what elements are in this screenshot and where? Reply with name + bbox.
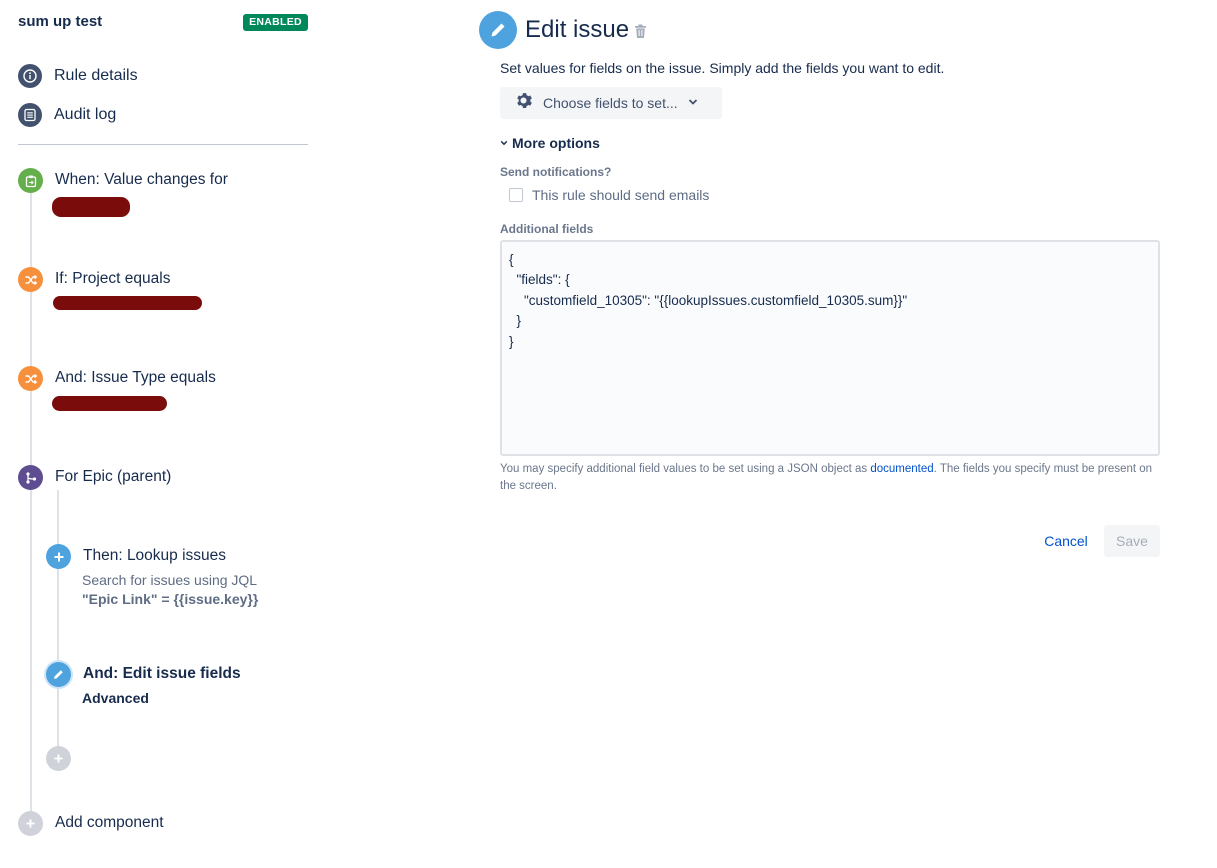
send-emails-option[interactable]: This rule should send emails	[509, 187, 709, 203]
branch-connector-line	[57, 490, 59, 758]
add-component-label: Add component	[55, 814, 164, 831]
component-branch-epic-title: For Epic (parent)	[55, 468, 172, 485]
component-trigger-title: When: Value changes for	[55, 171, 228, 188]
save-button[interactable]: Save	[1104, 525, 1160, 557]
plus-icon	[18, 811, 43, 836]
add-branch-component-button[interactable]	[46, 746, 71, 771]
additional-fields-help: You may specify additional field values …	[500, 461, 1165, 494]
more-options-toggle[interactable]: More options	[500, 134, 600, 152]
plus-icon	[46, 746, 71, 771]
additional-fields-json-input[interactable]: { "fields": { "customfield_10305": "{{lo…	[500, 240, 1160, 456]
send-emails-checkbox[interactable]	[509, 188, 523, 202]
nav-rule-details-label: Rule details	[54, 67, 138, 84]
component-condition-issue-type-title: And: Issue Type equals	[55, 369, 216, 386]
chevron-down-icon	[500, 134, 508, 152]
component-condition-issue-type[interactable]: And: Issue Type equals	[18, 366, 308, 426]
trash-icon[interactable]	[634, 24, 647, 44]
component-edit-issue-fields[interactable]: And: Edit issue fields Advanced	[46, 662, 308, 712]
redacted-value	[52, 396, 167, 411]
trigger-icon	[18, 168, 43, 193]
choose-fields-button[interactable]: Choose fields to set...	[500, 87, 722, 119]
chevron-down-icon	[688, 94, 698, 112]
shuffle-icon	[18, 267, 43, 292]
cancel-button[interactable]: Cancel	[1034, 526, 1098, 556]
component-trigger[interactable]: When: Value changes for	[18, 168, 308, 228]
component-branch-epic[interactable]: For Epic (parent)	[18, 465, 308, 495]
nav-audit-log-label: Audit log	[54, 106, 117, 123]
choose-fields-label: Choose fields to set...	[543, 95, 678, 111]
send-emails-checkbox-label: This rule should send emails	[532, 187, 710, 203]
send-notifications-label: Send notifications?	[500, 165, 612, 179]
nav-rule-details[interactable]: Rule details	[18, 63, 138, 89]
info-icon	[18, 64, 42, 88]
redacted-value	[53, 296, 202, 310]
component-lookup-issues-subtitle: Search for issues using JQL	[82, 572, 258, 588]
component-edit-issue-fields-title: And: Edit issue fields	[83, 665, 241, 682]
rule-name: sum up test	[18, 13, 103, 30]
page-title: Edit issue	[525, 16, 630, 43]
help-text-before: You may specify additional field values …	[500, 463, 871, 475]
branch-icon	[18, 465, 43, 490]
nav-audit-log[interactable]: Audit log	[18, 102, 116, 128]
more-options-label: More options	[512, 135, 600, 151]
shuffle-icon	[18, 366, 43, 391]
component-condition-project[interactable]: If: Project equals	[18, 267, 308, 327]
documented-link[interactable]: documented	[870, 463, 933, 475]
status-badge: ENABLED	[243, 14, 308, 31]
component-lookup-issues-title: Then: Lookup issues	[83, 547, 227, 564]
redacted-value	[52, 197, 130, 217]
gear-icon	[514, 91, 533, 115]
sidebar-divider	[18, 144, 308, 145]
list-icon	[18, 103, 42, 127]
additional-fields-label: Additional fields	[500, 222, 594, 236]
add-component-button[interactable]: Add component	[18, 811, 218, 837]
component-condition-project-title: If: Project equals	[55, 270, 171, 287]
plus-icon	[46, 544, 71, 569]
editor-description: Set values for fields on the issue. Simp…	[500, 60, 945, 76]
component-lookup-issues-jql: "Epic Link" = {{issue.key}}	[82, 591, 259, 607]
component-edit-issue-fields-subtitle: Advanced	[82, 690, 149, 706]
edit-issue-pencil-icon	[479, 11, 517, 49]
pencil-icon	[46, 662, 71, 687]
component-lookup-issues[interactable]: Then: Lookup issues Search for issues us…	[46, 544, 308, 614]
